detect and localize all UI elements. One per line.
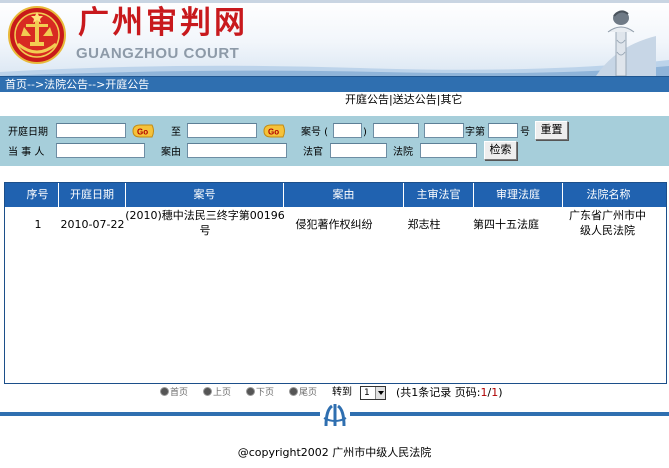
judge-input[interactable] — [330, 143, 387, 158]
row-court-line1: 广东省广州市中 — [569, 209, 646, 222]
next-page-button[interactable]: 下页 — [246, 386, 274, 400]
next-page-label: 下页 — [256, 388, 275, 398]
col-header-court-name: 法院名称 — [586, 188, 631, 201]
goto-label: 转到 — [332, 387, 352, 398]
row-court-name: 广东省广州市中 级人民法院 — [561, 208, 654, 238]
judge-label: 法官 — [303, 147, 323, 158]
goto-page-value: 1 — [364, 388, 370, 398]
prev-page-label: 上页 — [213, 388, 232, 398]
court-logo-icon — [320, 402, 350, 428]
date-from-go-icon[interactable]: Go — [132, 124, 156, 138]
other-notice-link[interactable]: 其它 — [440, 93, 462, 106]
court-input[interactable] — [420, 143, 477, 158]
last-page-label: 尾页 — [299, 388, 318, 398]
col-header-case-no: 案号 — [126, 183, 284, 207]
case-court-code-input[interactable] — [373, 123, 419, 138]
site-header: 广州审判网 GUANGZHOU COURT — [0, 0, 669, 76]
case-type-input[interactable] — [424, 123, 464, 138]
pager-summary: (共1条记录 页码:1/1) — [396, 386, 503, 400]
prev-page-button[interactable]: 上页 — [203, 386, 231, 400]
row-courtroom: 第四十五法庭 — [473, 218, 539, 231]
cause-input[interactable] — [187, 143, 287, 158]
chevron-down-icon[interactable] — [375, 387, 385, 399]
row-date: 2010-07-22 — [60, 218, 125, 231]
date-to-input[interactable] — [187, 123, 257, 138]
row-cause: 侵犯著作权纠纷 — [295, 218, 373, 231]
hearing-notice-link[interactable]: 开庭公告 — [345, 93, 389, 106]
case-year-input[interactable] — [333, 123, 362, 138]
party-input[interactable] — [56, 143, 145, 158]
notice-type-links: 开庭公告|送达公告|其它 — [345, 93, 462, 107]
goto-page-select[interactable]: 1 — [360, 386, 386, 400]
col-header-index: 序号 — [17, 183, 59, 207]
col-header-cause: 案由 — [284, 183, 404, 207]
row-index: 1 — [34, 218, 42, 231]
col-header-date: 开庭日期 — [59, 183, 126, 207]
row-case-no-line2: 号 — [199, 224, 211, 237]
row-case-no[interactable]: (2010)穗中法民三终字第00196 号 — [124, 208, 286, 238]
search-button[interactable]: 检索 — [484, 141, 517, 160]
first-page-icon — [160, 387, 169, 396]
summary-prefix: (共1条记录 页码: — [396, 386, 481, 399]
copyright-text: @copyright2002 广州市中级人民法院 — [237, 446, 432, 459]
case-no-label: 案号 ( — [301, 127, 329, 138]
case-number-input[interactable] — [488, 123, 518, 138]
huabiao-pillar-icon — [596, 10, 656, 76]
header-top-line — [0, 0, 669, 3]
results-table: 序号 开庭日期 案号 案由 主审法官 审理法庭 法院名称 1 2010-07-2… — [4, 182, 667, 384]
court-emblem-icon — [8, 6, 66, 64]
party-label: 当 事 人 — [8, 147, 45, 158]
col-header-judge: 主审法官 — [404, 183, 474, 207]
row-judge: 郑志柱 — [407, 218, 441, 231]
hearing-date-label: 开庭日期 — [8, 127, 48, 138]
search-panel: 开庭日期 Go 至 Go 案号 ( ) 字第 号 重置 当 事 人 案由 法官 … — [0, 116, 669, 166]
last-page-icon — [289, 387, 298, 396]
row-court-line2: 级人民法院 — [580, 224, 635, 237]
date-to-go-icon[interactable]: Go — [263, 124, 287, 138]
hao-label: 号 — [520, 127, 530, 138]
svg-text:Go: Go — [268, 128, 279, 137]
court-label: 法院 — [393, 147, 413, 158]
date-to-label: 至 — [171, 127, 181, 138]
service-notice-link[interactable]: 送达公告 — [393, 93, 437, 106]
first-page-button[interactable]: 首页 — [160, 386, 188, 400]
date-from-input[interactable] — [56, 123, 126, 138]
last-page-button[interactable]: 尾页 — [289, 386, 317, 400]
case-no-paren: ) — [363, 127, 367, 138]
breadcrumb[interactable]: 首页-->法院公告-->开庭公告 — [0, 76, 669, 92]
prev-page-icon — [203, 387, 212, 396]
summary-suffix: ) — [498, 386, 503, 399]
zi-di-label: 字第 — [465, 127, 485, 138]
header-wave-decoration — [0, 60, 669, 76]
site-title: 广州审判网 — [78, 5, 248, 41]
next-page-icon — [246, 387, 255, 396]
first-page-label: 首页 — [170, 388, 189, 398]
reset-button[interactable]: 重置 — [535, 121, 568, 140]
svg-text:Go: Go — [137, 128, 148, 137]
current-page: 1 — [480, 386, 488, 399]
col-header-courtroom: 审理法庭 — [474, 183, 563, 207]
table-header: 序号 开庭日期 案号 案由 主审法官 审理法庭 法院名称 — [5, 183, 666, 207]
cause-label: 案由 — [161, 147, 181, 158]
row-case-no-line1: (2010)穗中法民三终字第00196 — [125, 209, 285, 222]
